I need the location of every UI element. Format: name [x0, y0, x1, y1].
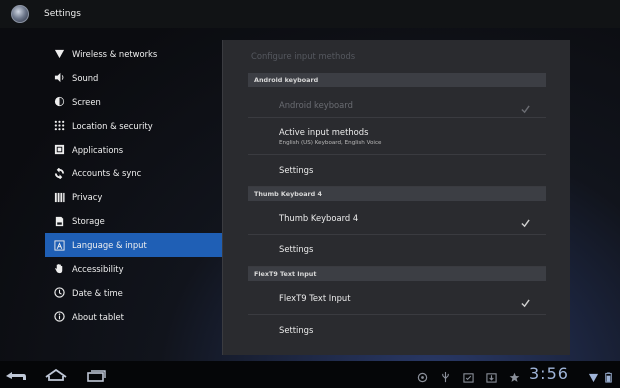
sidebar-item-date-time[interactable]: Date & time	[45, 281, 222, 305]
grid-lock-icon	[52, 120, 66, 132]
sync-icon	[52, 167, 66, 179]
settings-sidebar: Wireless & networks Sound Screen Locatio…	[45, 42, 222, 329]
recent-apps-icon[interactable]	[84, 367, 108, 386]
wifi-signal-icon[interactable]	[588, 368, 599, 387]
sidebar-item-location-security[interactable]: Location & security	[45, 114, 222, 138]
pref-title: Settings	[279, 165, 314, 175]
action-bar: Settings	[0, 0, 620, 28]
app-title: Settings	[44, 9, 81, 19]
sidebar-item-label: Date & time	[72, 287, 123, 298]
sidebar-item-wireless[interactable]: Wireless & networks	[45, 42, 222, 66]
section-header-thumb-keyboard: Thumb Keyboard 4	[248, 187, 546, 201]
battery-icon[interactable]	[603, 368, 614, 387]
sidebar-item-label: Accounts & sync	[72, 168, 142, 179]
sidebar-item-storage[interactable]: Storage	[45, 209, 222, 233]
sidebar-item-about-tablet[interactable]: About tablet	[45, 305, 222, 329]
pref-title: Active input methods	[279, 127, 369, 137]
storage-icon	[52, 215, 66, 227]
speaker-icon	[52, 72, 66, 84]
sidebar-item-sound[interactable]: Sound	[45, 66, 222, 90]
download-icon[interactable]	[486, 368, 497, 387]
sidebar-item-label: Location & security	[72, 120, 153, 131]
language-icon	[52, 239, 66, 251]
system-bar: 3:56	[0, 361, 620, 388]
sidebar-item-label: Sound	[72, 72, 99, 83]
pref-title: Settings	[279, 244, 314, 254]
pref-title: Android keyboard	[279, 100, 353, 110]
applications-icon	[52, 144, 66, 156]
settings-app-icon[interactable]	[11, 5, 29, 23]
privacy-icon	[52, 191, 66, 203]
pref-summary: English (US) Keyboard, English Voice	[279, 140, 382, 146]
sidebar-item-accessibility[interactable]: Accessibility	[45, 257, 222, 281]
usb-icon[interactable]	[440, 368, 451, 387]
pref-title: FlexT9 Text Input	[279, 293, 351, 303]
star-icon[interactable]	[509, 368, 520, 387]
checkbox-flext9[interactable]	[521, 293, 530, 308]
back-icon[interactable]	[4, 367, 28, 386]
brightness-icon	[52, 96, 66, 108]
pref-flext9-settings[interactable]: Settings	[248, 315, 546, 347]
pref-flext9-text-input[interactable]: FlexT9 Text Input	[248, 281, 546, 315]
sidebar-item-label: Privacy	[72, 192, 103, 203]
sidebar-item-label: Storage	[72, 216, 105, 227]
pref-android-keyboard-settings[interactable]: Settings	[248, 155, 546, 187]
sidebar-item-label: Wireless & networks	[72, 48, 158, 59]
pref-thumb-keyboard-settings[interactable]: Settings	[248, 235, 546, 267]
sidebar-item-language-input[interactable]: Language & input	[45, 233, 222, 258]
sidebar-item-applications[interactable]: Applications	[45, 138, 222, 162]
input-methods-panel: Configure input methods Android keyboard…	[222, 40, 570, 355]
section-header-flext9: FlexT9 Text Input	[248, 267, 546, 281]
sidebar-item-label: Applications	[72, 144, 124, 155]
hand-icon	[52, 263, 66, 275]
pref-title: Settings	[279, 325, 314, 335]
sidebar-item-label: Language & input	[72, 240, 147, 251]
checkbox-thumb-keyboard[interactable]	[521, 213, 530, 228]
pref-title: Thumb Keyboard 4	[279, 213, 359, 223]
sidebar-item-privacy[interactable]: Privacy	[45, 185, 222, 209]
home-icon[interactable]	[44, 367, 68, 386]
sidebar-item-screen[interactable]: Screen	[45, 90, 222, 114]
section-header-android-keyboard: Android keyboard	[248, 73, 546, 87]
pref-android-keyboard[interactable]: Android keyboard	[248, 87, 546, 118]
wifi-icon	[52, 48, 66, 60]
sidebar-item-label: Accessibility	[72, 263, 124, 274]
pref-active-input-methods[interactable]: Active input methods English (US) Keyboa…	[248, 118, 546, 155]
calendar-icon[interactable]	[463, 368, 474, 387]
page-title: Configure input methods	[251, 51, 356, 61]
checkbox-android-keyboard[interactable]	[521, 99, 530, 114]
sidebar-item-accounts-sync[interactable]: Accounts & sync	[45, 161, 222, 185]
android-icon[interactable]	[417, 368, 428, 387]
sidebar-item-label: About tablet	[72, 311, 124, 322]
status-clock[interactable]: 3:56	[529, 364, 569, 383]
clock-icon	[52, 287, 66, 299]
pref-thumb-keyboard[interactable]: Thumb Keyboard 4	[248, 201, 546, 235]
sidebar-item-label: Screen	[72, 96, 101, 107]
info-icon	[52, 311, 66, 323]
